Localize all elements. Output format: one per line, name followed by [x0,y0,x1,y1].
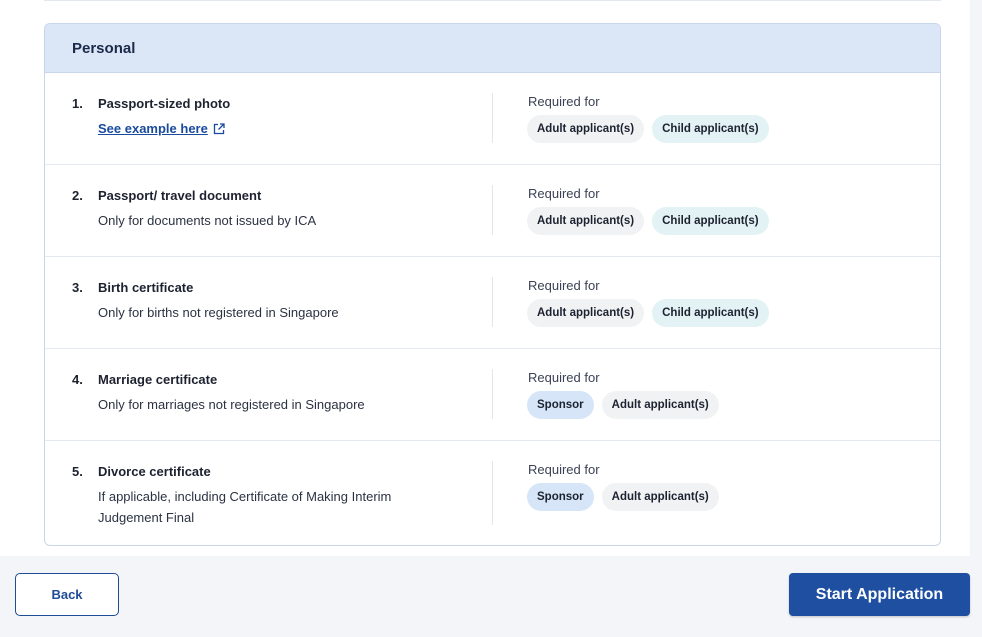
required-for-label: Required for [528,462,600,477]
tag-adult-applicant: Adult applicant(s) [601,391,719,419]
external-link-icon[interactable] [213,120,225,141]
column-divider [492,461,493,525]
required-for-label: Required for [528,278,600,293]
applicant-tags: Sponsor Adult applicant(s) [527,391,719,419]
see-example-link[interactable]: See example here [98,121,208,136]
document-row: 5. Divorce certificate If applicable, in… [45,441,940,545]
item-subtitle: If applicable, including Certificate of … [98,489,392,525]
section-title: Personal [72,39,136,57]
applicant-tags: Adult applicant(s) Child applicant(s) [527,299,769,327]
item-link-container: See example here [98,118,458,141]
tag-adult-applicant: Adult applicant(s) [527,299,645,327]
item-number: 4. [72,372,83,387]
item-subtitle: Only for marriages not registered in Sin… [98,397,365,412]
item-subtitle: Only for documents not issued by ICA [98,213,317,228]
required-for-label: Required for [528,186,600,201]
tag-adult-applicant: Adult applicant(s) [601,483,719,511]
column-divider [492,277,493,327]
page-content: Personal 1. Passport-sized photo See exa… [0,0,970,556]
tag-sponsor: Sponsor [527,483,594,511]
applicant-tags: Adult applicant(s) Child applicant(s) [527,115,769,143]
item-title: Birth certificate [98,280,194,295]
document-row: 1. Passport-sized photo See example here… [45,73,940,165]
tag-adult-applicant: Adult applicant(s) [527,115,645,143]
applicant-tags: Sponsor Adult applicant(s) [527,483,719,511]
column-divider [492,93,493,143]
document-row: 3. Birth certificate Only for births not… [45,257,940,349]
item-title: Divorce certificate [98,464,211,479]
required-for-label: Required for [528,94,600,109]
document-row: 4. Marriage certificate Only for marriag… [45,349,940,441]
item-title: Marriage certificate [98,372,218,387]
item-number: 3. [72,280,83,295]
item-subtitle: Only for births not registered in Singap… [98,305,339,320]
tag-adult-applicant: Adult applicant(s) [527,207,645,235]
tag-sponsor: Sponsor [527,391,594,419]
column-divider [492,185,493,235]
section-header: Personal [45,24,940,73]
back-button[interactable]: Back [15,573,119,616]
document-row: 2. Passport/ travel document Only for do… [45,165,940,257]
item-title: Passport/ travel document [98,188,262,203]
tag-child-applicant: Child applicant(s) [652,299,769,327]
tag-child-applicant: Child applicant(s) [652,115,769,143]
item-number: 5. [72,464,83,479]
item-number: 2. [72,188,83,203]
start-application-button[interactable]: Start Application [789,573,970,616]
applicant-tags: Adult applicant(s) Child applicant(s) [527,207,769,235]
required-for-label: Required for [528,370,600,385]
personal-documents-panel: Personal 1. Passport-sized photo See exa… [44,23,941,546]
item-title: Passport-sized photo [98,96,231,111]
previous-section-edge [44,0,941,3]
item-number: 1. [72,96,83,111]
tag-child-applicant: Child applicant(s) [652,207,769,235]
column-divider [492,369,493,419]
